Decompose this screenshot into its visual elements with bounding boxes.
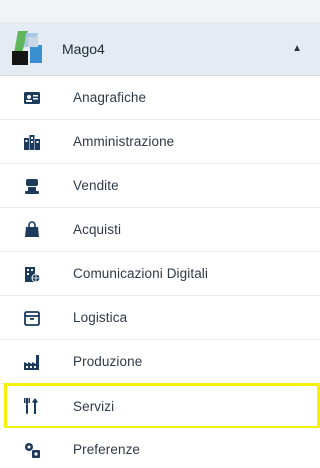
menu-item-label: Preferenze xyxy=(73,442,141,457)
app-header[interactable]: Mago4 ▲ xyxy=(0,22,320,76)
menu-item-label: Logistica xyxy=(73,310,128,325)
app-sidebar: Mago4 ▲ Anagrafiche Amministrazione Vend… xyxy=(0,0,320,468)
menu-item-amministrazione[interactable]: Amministrazione xyxy=(0,120,320,164)
sales-person-icon xyxy=(22,176,42,196)
address-card-icon xyxy=(22,88,42,108)
menu-item-produzione[interactable]: Produzione xyxy=(0,340,320,384)
menu-item-label: Comunicazioni Digitali xyxy=(73,266,209,281)
main-menu: Anagrafiche Amministrazione Vendite Acqu… xyxy=(0,76,320,468)
digital-building-icon xyxy=(22,264,42,284)
factory-icon xyxy=(22,352,42,372)
app-title: Mago4 xyxy=(62,40,105,57)
menu-item-preferenze[interactable]: Preferenze xyxy=(0,428,320,468)
menu-item-vendite[interactable]: Vendite xyxy=(0,164,320,208)
menu-item-label: Acquisti xyxy=(73,222,122,237)
menu-item-label: Produzione xyxy=(73,354,143,369)
menu-item-label: Anagrafiche xyxy=(73,90,147,105)
menu-item-anagrafiche[interactable]: Anagrafiche xyxy=(0,76,320,120)
collapse-caret-icon[interactable]: ▲ xyxy=(292,43,302,54)
menu-item-label: Vendite xyxy=(73,178,119,193)
menu-item-label: Amministrazione xyxy=(73,134,175,149)
menu-item-comunicazioni-digitali[interactable]: Comunicazioni Digitali xyxy=(0,252,320,296)
preferences-gears-icon xyxy=(22,440,42,460)
shopping-bag-icon xyxy=(22,220,42,240)
menu-item-acquisti[interactable]: Acquisti xyxy=(0,208,320,252)
menu-item-servizi[interactable]: Servizi xyxy=(4,383,320,429)
menu-item-label: Servizi xyxy=(73,398,115,414)
box-icon xyxy=(22,308,42,328)
buildings-icon xyxy=(22,132,42,152)
menu-item-logistica[interactable]: Logistica xyxy=(0,296,320,340)
tools-icon xyxy=(22,396,42,416)
mago4-logo-icon xyxy=(8,26,52,71)
top-strip xyxy=(0,0,320,22)
